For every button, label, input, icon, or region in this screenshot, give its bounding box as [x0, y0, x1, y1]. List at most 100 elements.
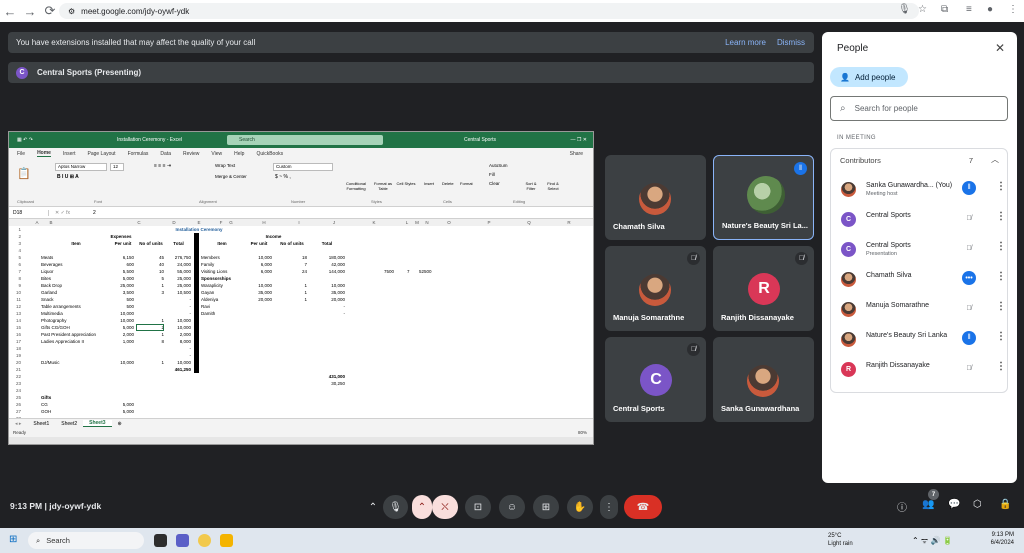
- back-icon[interactable]: ←: [0, 4, 20, 19]
- participant-row[interactable]: R Ranjith Dissanayake 🎙̸ ⋮: [831, 354, 1009, 384]
- menu-quickbooks[interactable]: QuickBooks: [256, 151, 283, 157]
- window-controls-icon[interactable]: — ❐ ✕: [571, 137, 587, 143]
- system-tray-icons[interactable]: ⌃ ᯤ 🔊 🔋: [912, 535, 953, 546]
- camera-options-chevron[interactable]: ⌃: [412, 495, 432, 519]
- participant-row[interactable]: Chamath Silva ••• ⋮: [831, 264, 1009, 294]
- participant-row[interactable]: Sanka Gunawardha... (You) Meeting host ⦀ ⋮: [831, 174, 1009, 204]
- participant-options-icon[interactable]: ⋮: [996, 241, 1006, 252]
- taskbar-search[interactable]: ⌕ Search: [28, 532, 144, 549]
- participant-options-icon[interactable]: ⋮: [996, 361, 1006, 372]
- menu-review[interactable]: Review: [183, 151, 199, 157]
- meeting-details-icon[interactable]: ⓘ: [897, 499, 907, 514]
- format-as-table-button[interactable]: Format as Table: [371, 181, 395, 191]
- mic-off-icon[interactable]: 🎙̸: [962, 211, 976, 225]
- learn-more-link[interactable]: Learn more: [725, 38, 766, 47]
- leave-call-button[interactable]: ☎: [624, 495, 662, 519]
- excel-search-box[interactable]: Search: [227, 135, 383, 145]
- teams-icon[interactable]: [176, 534, 189, 547]
- format-cells-button[interactable]: Format: [460, 181, 473, 186]
- participant-options-icon[interactable]: ⋮: [996, 301, 1006, 312]
- file-explorer-icon[interactable]: [220, 534, 233, 547]
- chrome-icon[interactable]: [198, 534, 211, 547]
- spreadsheet-grid[interactable]: ABCDEFGHIJKLMNOPQRS123456789101112131415…: [9, 219, 593, 418]
- participant-options-icon[interactable]: ⋮: [996, 331, 1006, 342]
- menu-file[interactable]: File: [17, 151, 25, 157]
- participant-row[interactable]: Manuja Somarathne 🎙̸ ⋮: [831, 294, 1009, 324]
- conditional-formatting-button[interactable]: Conditional Formatting: [342, 181, 370, 191]
- sheet-tab-3[interactable]: Sheet3: [83, 420, 112, 427]
- bookmark-star-icon[interactable]: ☆: [918, 4, 927, 15]
- profile-avatar[interactable]: ●: [987, 4, 993, 15]
- tile-ranjith-dissanayake[interactable]: R 🎙̸ Ranjith Dissanayake: [713, 246, 814, 331]
- find-select-button[interactable]: Find & Select: [543, 181, 563, 191]
- tile-central-sports[interactable]: C 🎙̸ Central Sports: [605, 337, 706, 422]
- reload-icon[interactable]: ⟳: [40, 3, 60, 19]
- microphone-button[interactable]: 🎙: [383, 495, 408, 519]
- participant-row[interactable]: C Central Sports Presentation 🎙̸ ⋮: [831, 234, 1009, 264]
- chevron-up-icon[interactable]: ︿: [991, 154, 999, 165]
- autosum-button[interactable]: AutoSum: [489, 163, 508, 168]
- menu-help[interactable]: Help: [234, 151, 244, 157]
- tile-sanka-gunawardhana[interactable]: Sanka Gunawardhana: [713, 337, 814, 422]
- font-size-select[interactable]: 12: [110, 163, 124, 171]
- fill-button[interactable]: Fill: [489, 172, 495, 177]
- participant-row[interactable]: C Central Sports 🎙̸ ⋮: [831, 204, 1009, 234]
- merge-center-button[interactable]: Merge & Center: [215, 174, 247, 179]
- add-people-button[interactable]: 👤 Add people: [830, 67, 908, 87]
- activities-icon[interactable]: ⬡: [973, 499, 982, 510]
- menu-page-layout[interactable]: Page Layout: [87, 151, 115, 157]
- delete-cells-button[interactable]: Delete: [442, 181, 454, 186]
- mic-indicator-icon[interactable]: 🎙: [898, 4, 911, 15]
- emoji-reactions-button[interactable]: ☺: [499, 495, 525, 519]
- selected-cell[interactable]: [136, 324, 164, 331]
- address-bar[interactable]: ⚙ meet.google.com/jdy-oywf-ydk: [59, 3, 919, 19]
- people-icon[interactable]: 👥: [922, 499, 934, 510]
- formula-input[interactable]: 2: [93, 210, 96, 216]
- number-format-icons[interactable]: $ ~ % ,: [275, 174, 291, 180]
- task-view-icon[interactable]: [154, 534, 167, 547]
- media-controls-icon[interactable]: ≡: [966, 4, 972, 15]
- font-name-select[interactable]: Aptos Narrow: [55, 163, 107, 171]
- participant-options-icon[interactable]: ⋮: [996, 181, 1006, 192]
- menu-view[interactable]: View: [211, 151, 222, 157]
- sheet-nav-icon[interactable]: ◂ ▸: [9, 421, 27, 427]
- chat-icon[interactable]: 💬: [948, 499, 960, 510]
- add-sheet-icon[interactable]: ⊕: [112, 421, 128, 427]
- extensions-icon[interactable]: ⧉: [941, 4, 948, 15]
- tile-manuja-somarathne[interactable]: 🎙̸ Manuja Somarathne: [605, 246, 706, 331]
- mic-off-icon[interactable]: 🎙̸: [962, 361, 976, 375]
- menu-home[interactable]: Home: [37, 150, 51, 157]
- tile-chamath-silva[interactable]: Chamath Silva: [605, 155, 706, 240]
- sort-filter-button[interactable]: Sort & Filter: [521, 181, 541, 191]
- excel-share-button[interactable]: Share: [570, 151, 583, 157]
- present-screen-button[interactable]: ⊞: [533, 495, 559, 519]
- people-search-input[interactable]: ⌕ Search for people: [830, 96, 1008, 121]
- participant-options-icon[interactable]: ⋮: [996, 211, 1006, 222]
- mic-off-icon[interactable]: 🎙̸: [962, 301, 976, 315]
- menu-formulas[interactable]: Formulas: [128, 151, 149, 157]
- clear-button[interactable]: Clear: [489, 181, 500, 186]
- sheet-tab-1[interactable]: Sheet1: [27, 421, 55, 427]
- dismiss-button[interactable]: Dismiss: [777, 38, 805, 47]
- font-style-icons[interactable]: B I U ⊞ A: [57, 174, 79, 180]
- browser-menu-icon[interactable]: ⋮: [1008, 4, 1018, 15]
- mic-off-icon[interactable]: 🎙̸: [962, 241, 976, 255]
- paste-icon[interactable]: 📋: [17, 167, 31, 180]
- raise-hand-button[interactable]: ✋: [567, 495, 593, 519]
- clock[interactable]: 9:13 PM 6/4/2024: [991, 531, 1014, 547]
- host-controls-icon[interactable]: 🔒: [999, 499, 1011, 510]
- sheet-tab-2[interactable]: Sheet2: [55, 421, 83, 427]
- speaking-icon[interactable]: ⦀: [962, 331, 976, 345]
- chevron-up-icon[interactable]: ⌃: [363, 495, 383, 519]
- more-icon[interactable]: •••: [962, 271, 976, 285]
- camera-off-button[interactable]: ⛌: [432, 495, 458, 519]
- menu-data[interactable]: Data: [160, 151, 171, 157]
- insert-cells-button[interactable]: Insert: [424, 181, 434, 186]
- participant-options-icon[interactable]: ⋮: [996, 271, 1006, 282]
- forward-icon[interactable]: →: [20, 4, 40, 19]
- number-format-select[interactable]: Custom: [273, 163, 333, 171]
- name-box[interactable]: D18: [9, 209, 49, 216]
- captions-button[interactable]: ⊡: [465, 495, 491, 519]
- close-icon[interactable]: ✕: [995, 41, 1005, 55]
- align-icons[interactable]: ≡ ≡ ≡ ⇥: [154, 163, 171, 169]
